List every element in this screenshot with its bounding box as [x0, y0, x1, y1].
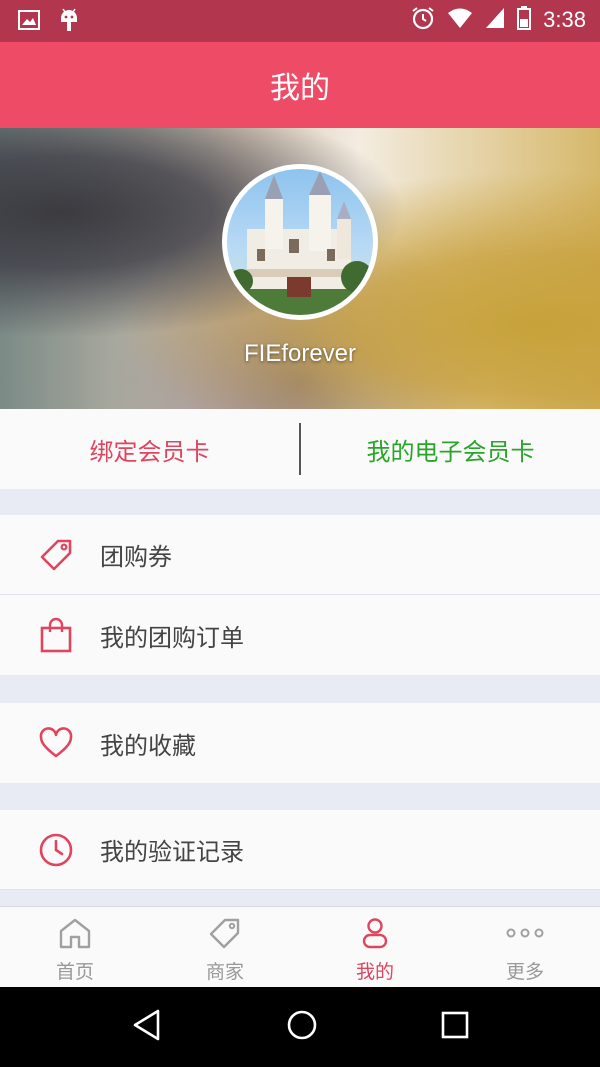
- tab-label: 我的: [355, 961, 394, 983]
- status-time: 3:38: [543, 7, 586, 32]
- tag-icon: [38, 537, 74, 573]
- tag-icon: [208, 917, 242, 953]
- tab-label: 首页: [55, 961, 94, 983]
- menu-group-favorites: 我的收藏: [0, 703, 600, 783]
- menu-item-coupons[interactable]: 团购券: [0, 515, 600, 595]
- menu-group-records: 我的验证记录: [0, 810, 600, 890]
- menu-label: 我的验证记录: [100, 838, 244, 866]
- avatar[interactable]: [222, 164, 378, 320]
- signal-icon: [485, 7, 505, 33]
- bottom-tab-bar: 首页 商家 我的 更多: [0, 906, 600, 987]
- tab-mine[interactable]: 我的: [300, 907, 450, 987]
- tab-home[interactable]: 首页: [0, 907, 150, 987]
- menu-item-favorites[interactable]: 我的收藏: [0, 703, 600, 783]
- home-circle-icon[interactable]: [285, 1008, 319, 1046]
- tab-merchants[interactable]: 商家: [150, 907, 300, 987]
- tab-more[interactable]: 更多: [450, 907, 600, 987]
- e-member-card-button[interactable]: 我的电子会员卡: [301, 432, 600, 467]
- android-icon: [58, 8, 80, 36]
- app-bar: 我的: [0, 42, 600, 128]
- page-title: 我的: [270, 71, 330, 106]
- tab-label: 商家: [205, 961, 244, 983]
- status-bar: 3:38: [0, 0, 600, 42]
- system-nav-bar: [0, 987, 600, 1067]
- menu-item-verification-records[interactable]: 我的验证记录: [0, 810, 600, 890]
- back-icon[interactable]: [130, 1008, 164, 1046]
- person-icon: [358, 917, 392, 953]
- clock-icon: [38, 832, 74, 868]
- profile-header: FIEforever: [0, 128, 600, 409]
- username: FIEforever: [243, 340, 357, 367]
- heart-icon: [38, 725, 74, 761]
- menu-label: 团购券: [100, 543, 172, 571]
- castle-avatar: [227, 171, 373, 315]
- recents-icon[interactable]: [440, 1010, 470, 1044]
- membership-card-row: 绑定会员卡 我的电子会员卡: [0, 409, 600, 489]
- battery-icon: [517, 6, 532, 34]
- image-icon: [18, 10, 40, 34]
- wifi-icon: [447, 7, 473, 33]
- menu-label: 我的收藏: [100, 731, 196, 760]
- home-icon: [58, 917, 92, 953]
- menu-group-orders: 团购券 我的团购订单: [0, 515, 600, 675]
- alarm-icon: [411, 6, 435, 34]
- more-icon: [505, 917, 545, 953]
- bind-member-card-button[interactable]: 绑定会员卡: [0, 432, 299, 467]
- tab-label: 更多: [505, 961, 544, 983]
- menu-item-group-orders[interactable]: 我的团购订单: [0, 595, 600, 675]
- shopping-bag-icon: [38, 617, 74, 653]
- menu-label: 我的团购订单: [100, 623, 244, 652]
